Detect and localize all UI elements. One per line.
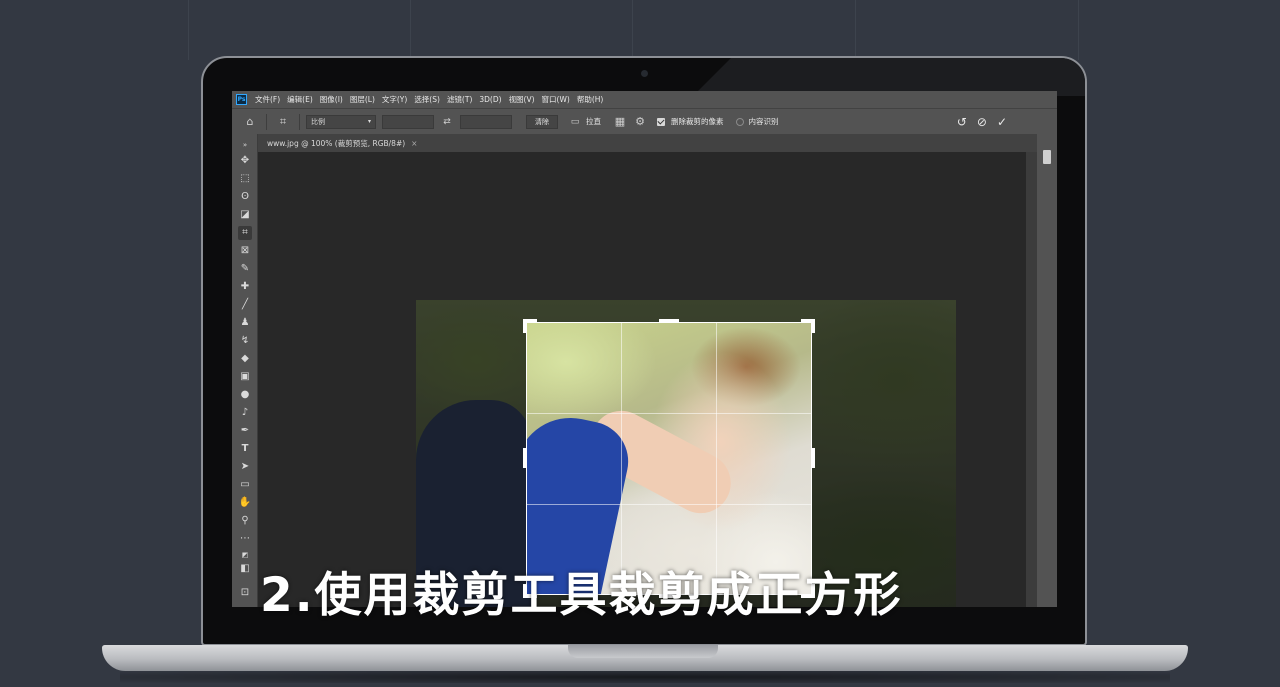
menu-3d[interactable]: 3D(D): [479, 95, 501, 104]
divider: [299, 113, 300, 130]
menu-help[interactable]: 帮助(H): [577, 94, 604, 105]
panel-icon[interactable]: [1043, 150, 1051, 164]
background-line: [632, 0, 633, 60]
commit-check-icon[interactable]: ✓: [997, 115, 1007, 129]
menu-image[interactable]: 图像(I): [320, 94, 343, 105]
grid-overlay-icon[interactable]: ▦: [613, 115, 627, 128]
width-input[interactable]: [382, 114, 434, 129]
delete-cropped-checkbox[interactable]: [657, 117, 665, 126]
video-subtitle: 2.使用裁剪工具裁剪成正方形: [260, 568, 903, 623]
crop-tool-icon[interactable]: ⌗: [238, 226, 252, 240]
marquee-tool-icon[interactable]: ⬚: [238, 172, 252, 186]
path-select-tool-icon[interactable]: ➤: [238, 460, 252, 474]
eyedropper-tool-icon[interactable]: ✎: [238, 262, 252, 276]
document-tab[interactable]: www.jpg @ 100% (裁剪预览, RGB/8#) ×: [261, 135, 426, 151]
color-swatch-icon[interactable]: ◧: [238, 562, 252, 576]
zoom-tool-icon[interactable]: ⚲: [238, 514, 252, 528]
shape-tool-icon[interactable]: ▭: [238, 478, 252, 492]
menu-bar: Ps 文件(F) 编辑(E) 图像(I) 图层(L) 文字(Y) 选择(S) 滤…: [232, 91, 1057, 108]
menu-view[interactable]: 视图(V): [509, 94, 535, 105]
move-tool-icon[interactable]: ✥: [238, 154, 252, 168]
eraser-tool-icon[interactable]: ◆: [238, 352, 252, 366]
commit-controls: ↺ ⊘ ✓: [947, 115, 1057, 129]
hand-tool-icon[interactable]: ✋: [238, 496, 252, 510]
default-colors-icon[interactable]: ◩: [238, 548, 252, 562]
laptop-notch: [568, 645, 718, 658]
background-line: [855, 0, 856, 60]
background-line: [1078, 0, 1079, 60]
menu-window[interactable]: 窗口(W): [542, 94, 570, 105]
background-line: [188, 0, 189, 60]
photoshop-logo: Ps: [236, 94, 247, 105]
vertical-scrollbar[interactable]: [1026, 152, 1037, 607]
gear-icon[interactable]: ⚙: [633, 115, 647, 128]
menu-file[interactable]: 文件(F): [255, 94, 280, 105]
divider: [266, 113, 267, 130]
cancel-icon[interactable]: ⊘: [977, 115, 987, 129]
dodge-tool-icon[interactable]: ♪: [238, 406, 252, 420]
straighten-icon[interactable]: ▭: [568, 117, 582, 127]
content-aware-radio[interactable]: [735, 117, 744, 126]
menu-select[interactable]: 选择(S): [414, 94, 440, 105]
brush-tool-icon[interactable]: ╱: [238, 298, 252, 312]
crop-handle-top-right[interactable]: [811, 319, 815, 333]
crop-frame[interactable]: [526, 322, 812, 595]
crop-handle-top-left[interactable]: [523, 319, 527, 333]
delete-cropped-label[interactable]: 删除裁剪的像素: [671, 116, 724, 127]
laptop-shadow: [120, 671, 1170, 683]
quick-select-tool-icon[interactable]: ◪: [238, 208, 252, 222]
crop-handle-top[interactable]: [659, 319, 679, 323]
frame-tool-icon[interactable]: ⊠: [238, 244, 252, 258]
content-aware-label[interactable]: 内容识别: [749, 116, 779, 127]
panel-dock: [1037, 134, 1057, 607]
canvas-area[interactable]: [258, 152, 1026, 607]
pen-tool-icon[interactable]: ✒: [238, 424, 252, 438]
webcam: [641, 70, 648, 77]
photoshop-window: Ps 文件(F) 编辑(E) 图像(I) 图层(L) 文字(Y) 选择(S) 滤…: [232, 91, 1057, 607]
menu-edit[interactable]: 编辑(E): [287, 94, 313, 105]
home-icon[interactable]: ⌂: [240, 115, 260, 128]
crop-tool-icon[interactable]: ⌗: [273, 115, 293, 129]
gradient-tool-icon[interactable]: ▣: [238, 370, 252, 384]
more-tools-icon[interactable]: ⋯: [238, 532, 252, 546]
healing-tool-icon[interactable]: ✚: [238, 280, 252, 294]
panel-collapse-icon[interactable]: »: [238, 138, 252, 152]
stamp-tool-icon[interactable]: ♟: [238, 316, 252, 330]
height-input[interactable]: [460, 114, 512, 129]
chevron-down-icon: ▾: [367, 118, 371, 125]
ratio-select-label: 比例: [311, 117, 325, 126]
history-brush-tool-icon[interactable]: ↯: [238, 334, 252, 348]
options-bar: ⌂ ⌗ 比例 ▾ ⇄ 清除 ▭ 拉直 ▦ ⚙ 删除裁剪的像素 内容识别 ↺ ⊘ …: [232, 108, 1057, 134]
swap-icon[interactable]: ⇄: [440, 117, 454, 127]
background-line: [410, 0, 411, 60]
menu-type[interactable]: 文字(Y): [382, 94, 407, 105]
document-tab-title: www.jpg @ 100% (裁剪预览, RGB/8#): [267, 138, 406, 148]
lasso-tool-icon[interactable]: ʘ: [238, 190, 252, 204]
quick-mask-icon[interactable]: ⊡: [238, 586, 252, 600]
menu-filter[interactable]: 滤镜(T): [447, 94, 472, 105]
blur-tool-icon[interactable]: ●: [238, 388, 252, 402]
ratio-select[interactable]: 比例 ▾: [306, 114, 376, 129]
type-tool-icon[interactable]: T: [238, 442, 252, 456]
crop-handle-right[interactable]: [811, 448, 815, 468]
clear-button[interactable]: 清除: [526, 114, 558, 129]
reset-icon[interactable]: ↺: [957, 115, 967, 129]
tools-panel: » ✥ ⬚ ʘ ◪ ⌗ ⊠ ✎ ✚ ╱ ♟ ↯ ◆ ▣ ● ♪ ✒ T ➤ ▭ …: [232, 134, 258, 607]
straighten-label[interactable]: 拉直: [586, 116, 601, 127]
lid-glare: [693, 58, 1085, 96]
crop-handle-left[interactable]: [523, 448, 527, 468]
close-icon[interactable]: ×: [411, 139, 417, 148]
menu-layer[interactable]: 图层(L): [350, 94, 375, 105]
